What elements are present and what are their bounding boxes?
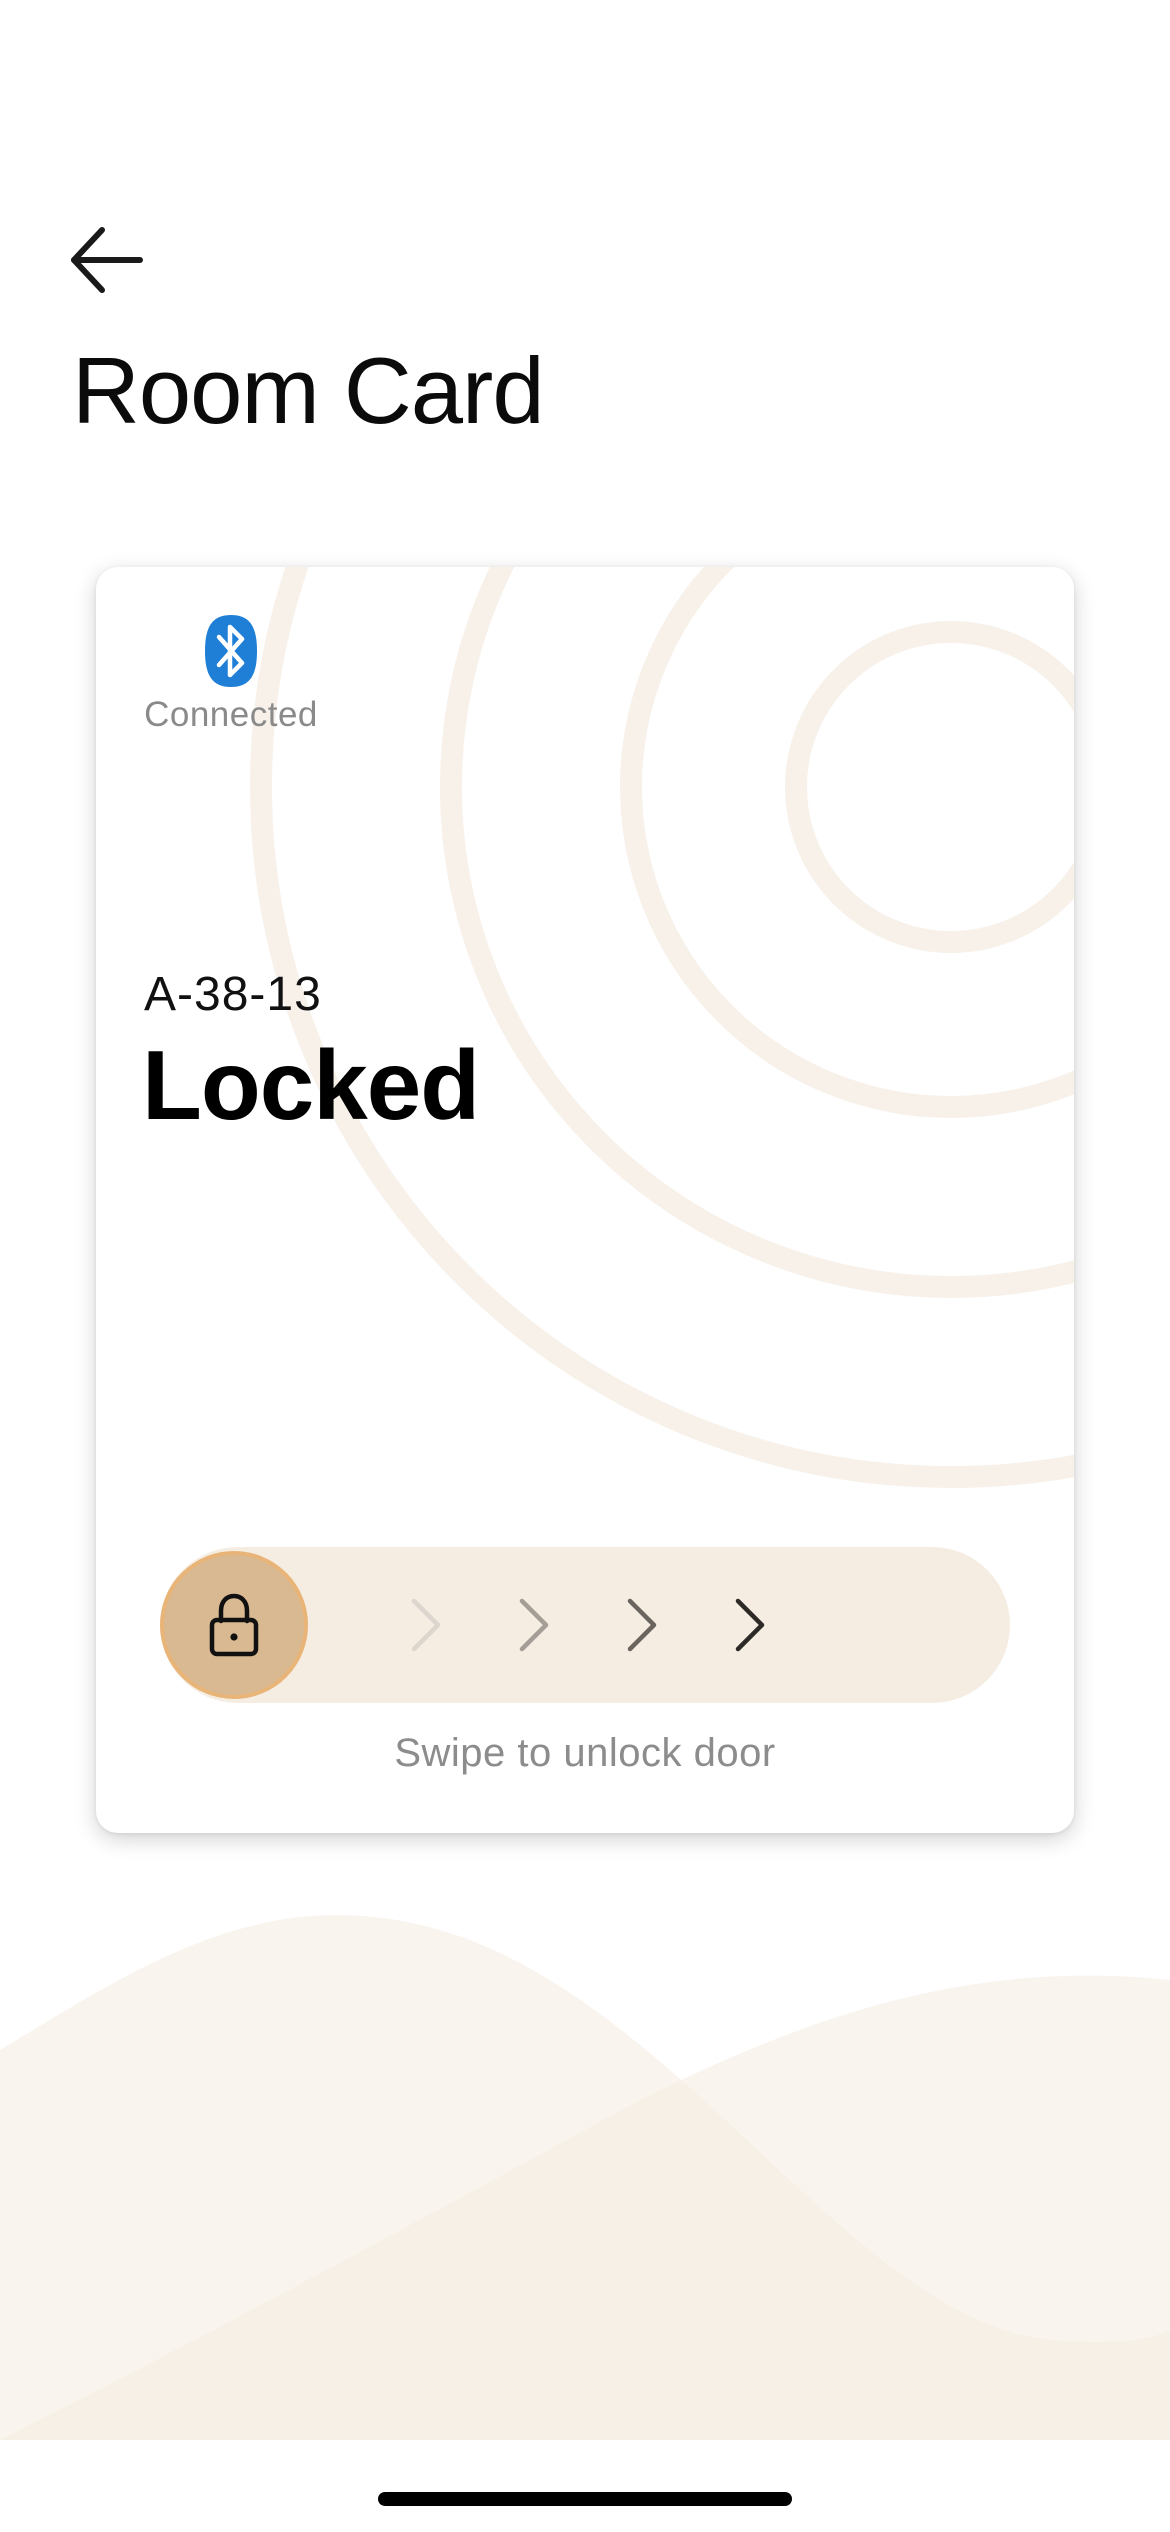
room-card: Connected A-38-13 Locked Swipe to unlock… [96, 567, 1074, 1833]
home-indicator[interactable] [378, 2492, 792, 2506]
lock-status: Locked [142, 1030, 480, 1140]
bluetooth-status-label: Connected [144, 695, 318, 734]
chevron-right-icon [411, 1598, 441, 1652]
chevron-right-icon [627, 1598, 657, 1652]
lock-icon [209, 1593, 259, 1657]
back-button[interactable] [64, 210, 174, 310]
room-number: A-38-13 [144, 968, 322, 1021]
bluetooth-status: Connected [136, 615, 326, 735]
chevron-right-icon [735, 1598, 765, 1652]
background-waves [0, 1915, 1170, 2440]
unlock-slider-knob[interactable] [160, 1551, 308, 1699]
room-card-screen: Room Card Connected A-38-13 Locked Swipe… [0, 0, 1170, 2532]
swipe-hint: Swipe to unlock door [394, 1731, 776, 1775]
page-title: Room Card [72, 338, 545, 443]
bluetooth-icon [205, 615, 257, 687]
chevron-right-icon [519, 1598, 549, 1652]
arrow-left-icon [71, 227, 143, 293]
